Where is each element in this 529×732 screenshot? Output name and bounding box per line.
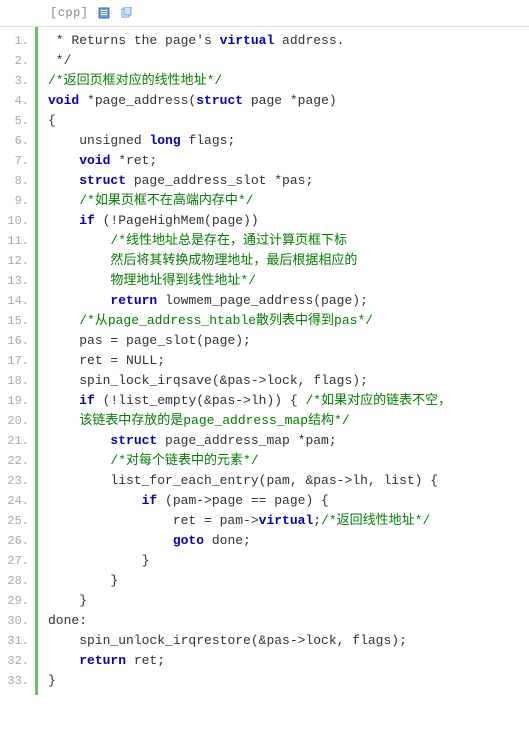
line-number: 5. — [0, 111, 29, 131]
line-number: 20. — [0, 411, 29, 431]
line-number: 32. — [0, 651, 29, 671]
code-line: } — [48, 571, 529, 591]
code-header: [cpp] — [0, 0, 529, 27]
line-number: 3. — [0, 71, 29, 91]
code-line: } — [48, 671, 529, 691]
line-number: 11. — [0, 231, 29, 251]
line-number: 8. — [0, 171, 29, 191]
line-number: 27. — [0, 551, 29, 571]
line-number: 19. — [0, 391, 29, 411]
code-line: pas = page_slot(page); — [48, 331, 529, 351]
line-number: 26. — [0, 531, 29, 551]
line-number: 10. — [0, 211, 29, 231]
code-block: 1. 2. 3. 4. 5. 6. 7. 8. 9. 10. 11. 12. 1… — [0, 27, 529, 695]
language-tag: [cpp] — [50, 6, 89, 20]
code-line: */ — [48, 51, 529, 71]
line-numbers: 1. 2. 3. 4. 5. 6. 7. 8. 9. 10. 11. 12. 1… — [0, 27, 38, 695]
line-number: 22. — [0, 451, 29, 471]
code-line: goto done; — [48, 531, 529, 551]
code-line: /*对每个链表中的元素*/ — [48, 451, 529, 471]
code-line: } — [48, 591, 529, 611]
code-line: /*返回页框对应的线性地址*/ — [48, 71, 529, 91]
code-line: done: — [48, 611, 529, 631]
code-line: if (!PageHighMem(page)) — [48, 211, 529, 231]
code-line: /*从page_address_htable散列表中得到pas*/ — [48, 311, 529, 331]
code-line: void *page_address(struct page *page) — [48, 91, 529, 111]
line-number: 2. — [0, 51, 29, 71]
line-number: 4. — [0, 91, 29, 111]
line-number: 15. — [0, 311, 29, 331]
line-number: 24. — [0, 491, 29, 511]
code-line: /*线性地址总是存在，通过计算页框下标 — [48, 231, 529, 251]
line-number: 12. — [0, 251, 29, 271]
line-number: 25. — [0, 511, 29, 531]
code-line: struct page_address_map *pam; — [48, 431, 529, 451]
line-number: 29. — [0, 591, 29, 611]
code-line: } — [48, 551, 529, 571]
code-line: list_for_each_entry(pam, &pas->lh, list)… — [48, 471, 529, 491]
line-number: 13. — [0, 271, 29, 291]
line-number: 33. — [0, 671, 29, 691]
line-number: 23. — [0, 471, 29, 491]
code-content: * Returns the page's virtual address. */… — [38, 27, 529, 695]
code-line: 然后将其转换成物理地址，最后根据相应的 — [48, 251, 529, 271]
code-line: struct page_address_slot *pas; — [48, 171, 529, 191]
code-line: return lowmem_page_address(page); — [48, 291, 529, 311]
line-number: 31. — [0, 631, 29, 651]
code-line: spin_lock_irqsave(&pas->lock, flags); — [48, 371, 529, 391]
line-number: 28. — [0, 571, 29, 591]
line-number: 21. — [0, 431, 29, 451]
code-line: ret = pam->virtual;/*返回线性地址*/ — [48, 511, 529, 531]
code-line: /*如果页框不在高端内存中*/ — [48, 191, 529, 211]
code-line: ret = NULL; — [48, 351, 529, 371]
code-line: 该链表中存放的是page_address_map结构*/ — [48, 411, 529, 431]
line-number: 17. — [0, 351, 29, 371]
code-line: if (!list_empty(&pas->lh)) { /*如果对应的链表不空… — [48, 391, 529, 411]
code-line: 物理地址得到线性地址*/ — [48, 271, 529, 291]
line-number: 16. — [0, 331, 29, 351]
line-number: 30. — [0, 611, 29, 631]
code-line: void *ret; — [48, 151, 529, 171]
line-number: 7. — [0, 151, 29, 171]
code-line: if (pam->page == page) { — [48, 491, 529, 511]
line-number: 1. — [0, 31, 29, 51]
code-line: spin_unlock_irqrestore(&pas->lock, flags… — [48, 631, 529, 651]
line-number: 18. — [0, 371, 29, 391]
line-number: 14. — [0, 291, 29, 311]
code-line: return ret; — [48, 651, 529, 671]
code-line: { — [48, 111, 529, 131]
line-number: 6. — [0, 131, 29, 151]
code-line: * Returns the page's virtual address. — [48, 31, 529, 51]
line-number: 9. — [0, 191, 29, 211]
copy-icon[interactable] — [119, 6, 133, 20]
code-line: unsigned long flags; — [48, 131, 529, 151]
view-plain-icon[interactable] — [97, 6, 111, 20]
